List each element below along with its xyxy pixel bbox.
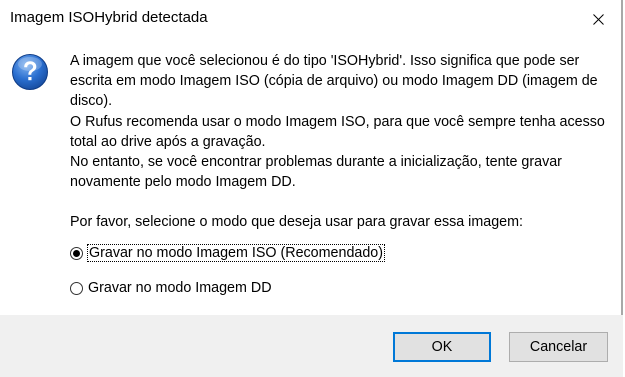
cancel-button[interactable]: Cancelar	[509, 332, 608, 362]
option-iso-mode[interactable]: Gravar no modo Imagem ISO (Recomendado)	[70, 244, 386, 262]
option-iso-label[interactable]: Gravar no modo Imagem ISO (Recomendado)	[86, 244, 386, 262]
dialog-window: Imagem ISOHybrid detectada A imagem que …	[0, 0, 623, 377]
message-paragraph-2: O Rufus recomenda usar o modo Imagem ISO…	[70, 113, 605, 150]
close-icon	[592, 13, 604, 25]
question-icon	[12, 54, 48, 90]
dialog-title: Imagem ISOHybrid detectada	[10, 9, 208, 26]
message-body: A imagem que você selecionou é do tipo '…	[70, 51, 615, 233]
radio-dd-mode[interactable]	[70, 281, 83, 295]
option-dd-label[interactable]: Gravar no modo Imagem DD	[88, 280, 272, 296]
option-dd-mode[interactable]: Gravar no modo Imagem DD	[70, 280, 272, 296]
message-paragraph-3: No entanto, se você encontrar problemas …	[70, 154, 562, 191]
close-button[interactable]	[583, 8, 613, 30]
title-bar: Imagem ISOHybrid detectada	[0, 0, 621, 38]
button-bar: OK Cancelar	[0, 315, 623, 377]
ok-button[interactable]: OK	[393, 332, 491, 362]
radio-iso-mode[interactable]	[70, 246, 83, 260]
message-paragraph-1: A imagem que você selecionou é do tipo '…	[70, 53, 598, 110]
selection-prompt: Por favor, selecione o modo que deseja u…	[70, 214, 523, 231]
